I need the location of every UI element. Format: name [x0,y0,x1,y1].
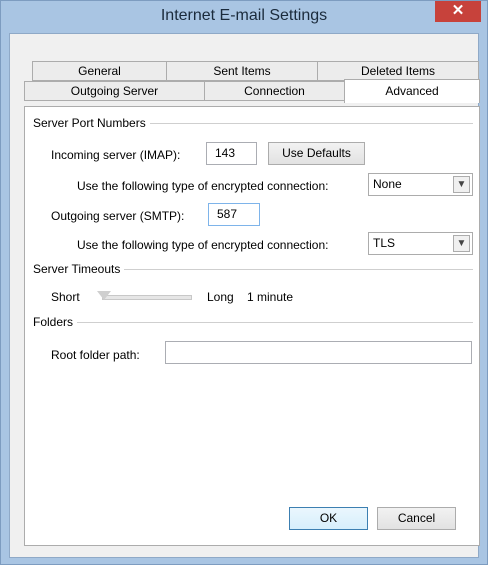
close-icon[interactable]: ✕ [435,1,481,22]
outgoing-server-label: Outgoing server (SMTP): [51,209,185,223]
outgoing-encryption-label: Use the following type of encrypted conn… [77,238,329,252]
tab-advanced[interactable]: Advanced [344,79,480,103]
timeout-short-label: Short [51,290,80,304]
dialog-window: Internet E-mail Settings ✕ General Sent … [0,0,488,565]
timeout-slider-track[interactable] [102,295,192,300]
ok-button[interactable]: OK [289,507,368,530]
title-bar[interactable]: Internet E-mail Settings ✕ [1,1,487,33]
incoming-port-input[interactable]: 143 [206,142,257,165]
folders-label: Folders [33,315,78,329]
incoming-encryption-select[interactable]: None ▼ [368,173,473,196]
group-divider [33,322,473,323]
cancel-button[interactable]: Cancel [377,507,456,530]
tab-deleted-items[interactable]: Deleted Items [317,61,479,81]
incoming-server-label: Incoming server (IMAP): [51,148,181,162]
server-port-numbers-label: Server Port Numbers [33,116,150,130]
tab-connection[interactable]: Connection [204,81,345,101]
outgoing-port-input[interactable]: 587 [208,203,260,226]
tab-outgoing-server[interactable]: Outgoing Server [24,81,205,101]
tab-sent-items[interactable]: Sent Items [166,61,318,81]
timeout-value: 1 minute [247,290,294,304]
server-timeouts-label: Server Timeouts [33,262,125,276]
chevron-down-icon: ▼ [453,176,470,193]
advanced-tab-page: Server Port Numbers Incoming server (IMA… [24,106,480,546]
timeout-long-label: Long [207,290,234,304]
outgoing-encryption-select[interactable]: TLS ▼ [368,232,473,255]
use-defaults-button[interactable]: Use Defaults [268,142,365,165]
root-folder-label: Root folder path: [51,348,140,362]
chevron-down-icon: ▼ [453,235,470,252]
tab-general[interactable]: General [32,61,167,81]
incoming-encryption-value: None [373,177,402,191]
outgoing-encryption-value: TLS [373,236,396,250]
dialog-client: General Sent Items Deleted Items Outgoin… [9,33,480,558]
root-folder-input[interactable] [165,341,472,364]
window-title: Internet E-mail Settings [160,7,328,24]
incoming-encryption-label: Use the following type of encrypted conn… [77,179,329,193]
timeout-slider-thumb[interactable] [97,291,111,300]
